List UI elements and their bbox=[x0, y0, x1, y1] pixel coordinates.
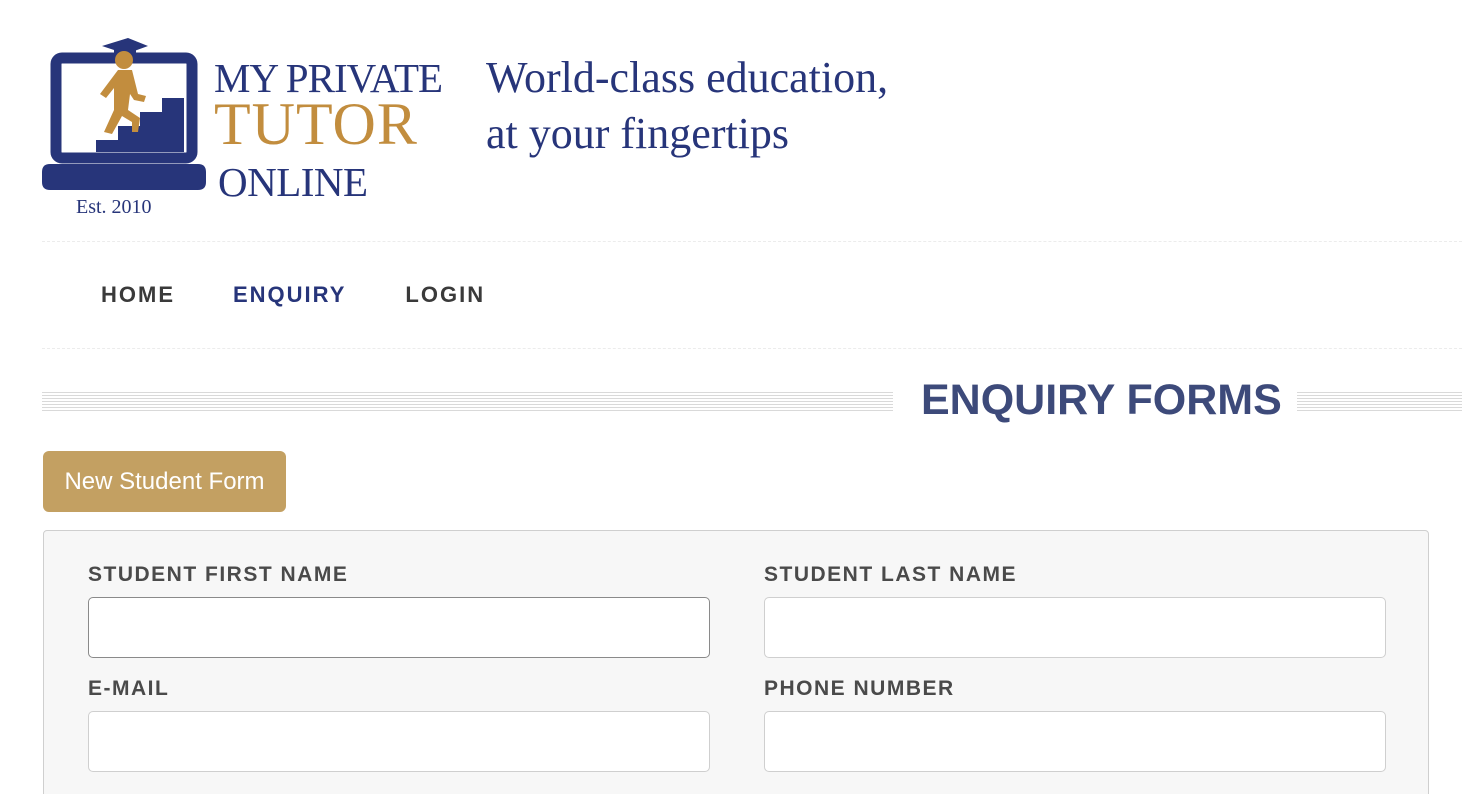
brand-name-line3: ONLINE bbox=[218, 159, 368, 205]
nav-item-login[interactable]: LOGIN bbox=[405, 282, 485, 308]
first-name-label: STUDENT FIRST NAME bbox=[88, 563, 349, 586]
nav-item-enquiry[interactable]: ENQUIRY bbox=[233, 282, 346, 308]
first-name-input[interactable] bbox=[88, 597, 710, 658]
tagline-line2: at your fingertips bbox=[486, 109, 790, 158]
established-year: Est. 2010 bbox=[76, 196, 152, 218]
new-student-form-button[interactable]: New Student Form bbox=[43, 451, 286, 512]
email-label: E-MAIL bbox=[88, 677, 170, 700]
phone-number-label: PHONE NUMBER bbox=[764, 677, 955, 700]
enquiry-form-panel: STUDENT FIRST NAME STUDENT LAST NAME E-M… bbox=[43, 530, 1429, 794]
heading-stripe-right bbox=[1297, 391, 1462, 411]
page-title: ENQUIRY FORMS bbox=[921, 376, 1282, 424]
site-logo[interactable]: MY PRIVATE TUTOR ONLINE Est. 2010 bbox=[42, 36, 472, 226]
last-name-label: STUDENT LAST NAME bbox=[764, 563, 1017, 586]
last-name-input[interactable] bbox=[764, 597, 1386, 658]
nav-top-divider bbox=[42, 241, 1462, 242]
brand-name-line2: TUTOR bbox=[214, 91, 418, 157]
main-nav: HOME ENQUIRY LOGIN bbox=[101, 282, 485, 308]
nav-item-home[interactable]: HOME bbox=[101, 282, 175, 308]
tagline-line1: World-class education, bbox=[486, 53, 889, 102]
phone-number-input[interactable] bbox=[764, 711, 1386, 772]
heading-stripe-left bbox=[42, 391, 893, 411]
email-input[interactable] bbox=[88, 711, 710, 772]
nav-bottom-divider bbox=[42, 348, 1462, 349]
laptop-student-icon bbox=[42, 38, 206, 190]
site-tagline: World-class education, at your fingertip… bbox=[486, 50, 888, 162]
